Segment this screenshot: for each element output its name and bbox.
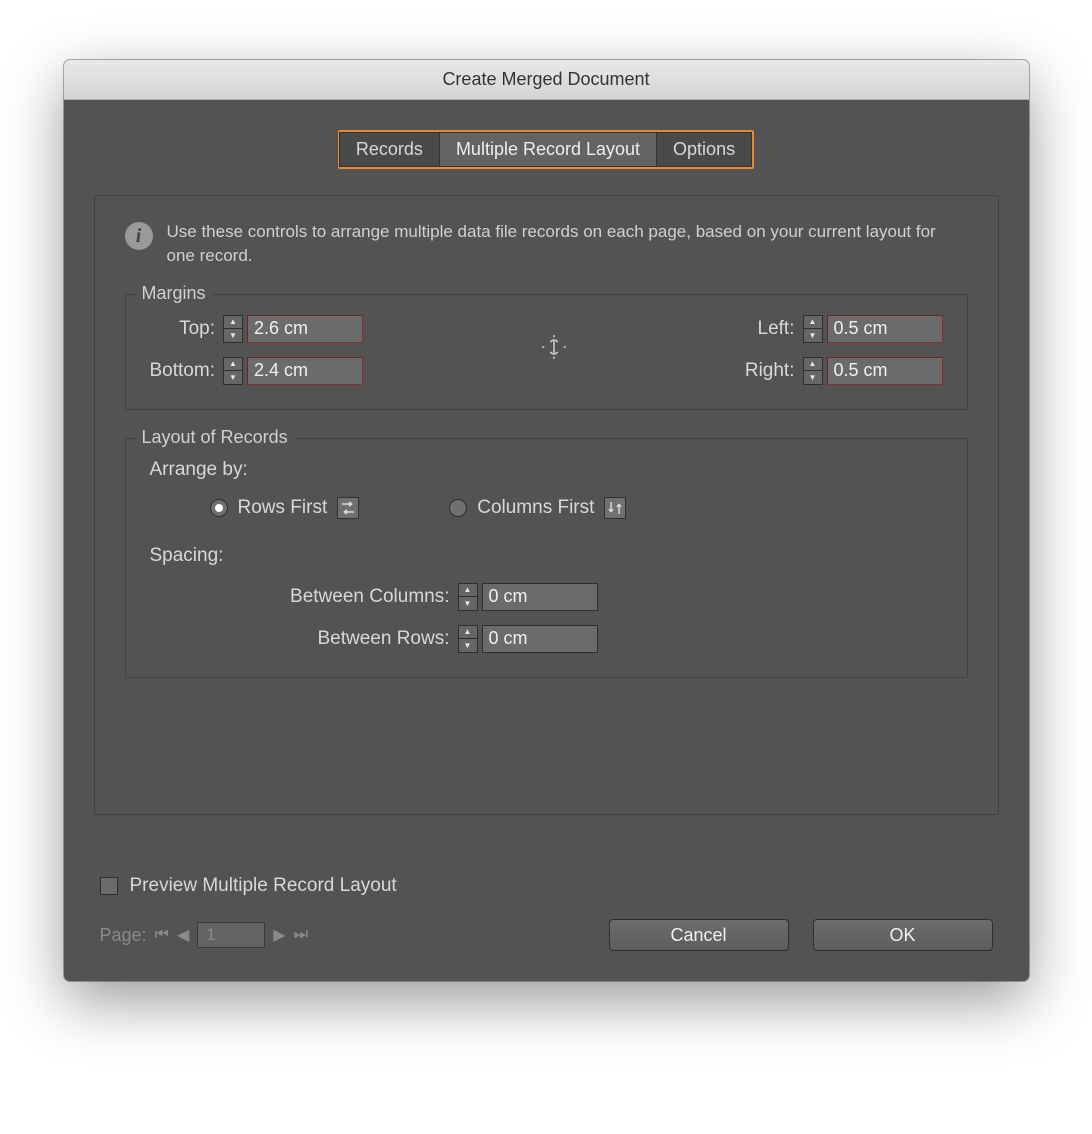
between-rows-row: Between Rows: ▲ ▼	[150, 625, 943, 653]
link-margins-icon[interactable]	[539, 334, 569, 366]
chevron-down-icon[interactable]: ▼	[804, 329, 822, 342]
columns-first-label: Columns First	[477, 497, 594, 519]
between-columns-label: Between Columns:	[150, 586, 450, 608]
radio-columns-first[interactable]: Columns First	[449, 497, 626, 519]
page-number-input[interactable]	[197, 922, 265, 948]
layout-legend: Layout of Records	[136, 427, 294, 448]
margin-right-row: Right: ▲ ▼	[745, 357, 943, 385]
info-icon: i	[125, 222, 153, 250]
rows-first-label: Rows First	[238, 497, 328, 519]
margin-right-stepper[interactable]: ▲ ▼	[803, 357, 823, 385]
margin-top-row: Top: ▲ ▼	[150, 315, 363, 343]
margin-right-label: Right:	[745, 360, 795, 382]
radio-icon	[449, 499, 467, 517]
next-page-icon[interactable]: ▶	[273, 925, 285, 945]
radio-icon	[210, 499, 228, 517]
margins-body: Top: ▲ ▼ Bottom: ▲ ▼	[150, 315, 943, 385]
dialog-bottom: Preview Multiple Record Layout Page: ⏮ ◀…	[94, 875, 999, 951]
margin-left-label: Left:	[758, 318, 795, 340]
tab-multiple-record-layout[interactable]: Multiple Record Layout	[439, 132, 657, 167]
margin-left-row: Left: ▲ ▼	[745, 315, 943, 343]
chevron-up-icon[interactable]: ▲	[804, 316, 822, 330]
last-page-icon[interactable]: ⏭	[294, 926, 308, 944]
margin-top-stepper[interactable]: ▲ ▼	[223, 315, 243, 343]
between-rows-label: Between Rows:	[150, 628, 450, 650]
create-merged-document-dialog: Create Merged Document Records Multiple …	[64, 60, 1029, 981]
panel-frame: i Use these controls to arrange multiple…	[94, 195, 999, 815]
tab-records[interactable]: Records	[339, 132, 440, 167]
chevron-down-icon[interactable]: ▼	[459, 597, 477, 610]
chevron-up-icon[interactable]: ▲	[224, 316, 242, 330]
chevron-down-icon[interactable]: ▼	[224, 371, 242, 384]
tab-options[interactable]: Options	[656, 132, 752, 167]
margin-bottom-row: Bottom: ▲ ▼	[150, 357, 363, 385]
margin-bottom-label: Bottom:	[150, 360, 215, 382]
footer-row: Page: ⏮ ◀ ▶ ⏭ Cancel OK	[100, 919, 993, 951]
dialog-title: Create Merged Document	[442, 69, 649, 90]
margin-left-input[interactable]	[827, 315, 943, 343]
tabs: Records Multiple Record Layout Options	[94, 130, 999, 169]
page-navigation: Page: ⏮ ◀ ▶ ⏭	[100, 922, 308, 948]
info-text: Use these controls to arrange multiple d…	[167, 220, 968, 268]
tabs-group: Records Multiple Record Layout Options	[338, 130, 754, 169]
margin-top-label: Top:	[179, 318, 215, 340]
margins-left-column: Top: ▲ ▼ Bottom: ▲ ▼	[150, 315, 363, 385]
info-row: i Use these controls to arrange multiple…	[125, 220, 968, 268]
margins-fieldset: Margins Top: ▲ ▼ Bottom:	[125, 294, 968, 410]
chevron-up-icon[interactable]: ▲	[459, 584, 477, 598]
ok-button[interactable]: OK	[813, 919, 993, 951]
rows-first-icon	[337, 497, 359, 519]
margin-right-input[interactable]	[827, 357, 943, 385]
between-columns-stepper[interactable]: ▲ ▼	[458, 583, 478, 611]
chevron-up-icon[interactable]: ▲	[804, 358, 822, 372]
radio-rows-first[interactable]: Rows First	[210, 497, 360, 519]
margin-bottom-input[interactable]	[247, 357, 363, 385]
margin-left-stepper[interactable]: ▲ ▼	[803, 315, 823, 343]
preview-checkbox-row: Preview Multiple Record Layout	[100, 875, 993, 897]
between-rows-input[interactable]	[482, 625, 598, 653]
chevron-down-icon[interactable]: ▼	[804, 371, 822, 384]
dialog-buttons: Cancel OK	[609, 919, 993, 951]
layout-fieldset: Layout of Records Arrange by: Rows First	[125, 438, 968, 678]
first-page-icon[interactable]: ⏮	[155, 926, 169, 944]
chevron-up-icon[interactable]: ▲	[459, 626, 477, 640]
spacing-label: Spacing:	[150, 545, 943, 567]
cancel-button[interactable]: Cancel	[609, 919, 789, 951]
margin-bottom-stepper[interactable]: ▲ ▼	[223, 357, 243, 385]
arrange-by-label: Arrange by:	[150, 459, 943, 481]
spacing-rows: Between Columns: ▲ ▼ Between Rows: ▲ ▼	[150, 583, 943, 653]
titlebar: Create Merged Document	[64, 60, 1029, 100]
chevron-down-icon[interactable]: ▼	[224, 329, 242, 342]
margins-right-column: Left: ▲ ▼ Right: ▲ ▼	[745, 315, 943, 385]
chevron-down-icon[interactable]: ▼	[459, 639, 477, 652]
between-columns-row: Between Columns: ▲ ▼	[150, 583, 943, 611]
prev-page-icon[interactable]: ◀	[177, 925, 189, 945]
preview-checkbox-label: Preview Multiple Record Layout	[130, 875, 397, 897]
page-label: Page:	[100, 925, 147, 946]
columns-first-icon	[604, 497, 626, 519]
preview-checkbox[interactable]	[100, 877, 118, 895]
between-rows-stepper[interactable]: ▲ ▼	[458, 625, 478, 653]
arrange-by-radios: Rows First Columns First	[210, 497, 943, 519]
chevron-up-icon[interactable]: ▲	[224, 358, 242, 372]
dialog-content: Records Multiple Record Layout Options i…	[64, 100, 1029, 981]
margin-top-input[interactable]	[247, 315, 363, 343]
margins-legend: Margins	[136, 283, 212, 304]
between-columns-input[interactable]	[482, 583, 598, 611]
